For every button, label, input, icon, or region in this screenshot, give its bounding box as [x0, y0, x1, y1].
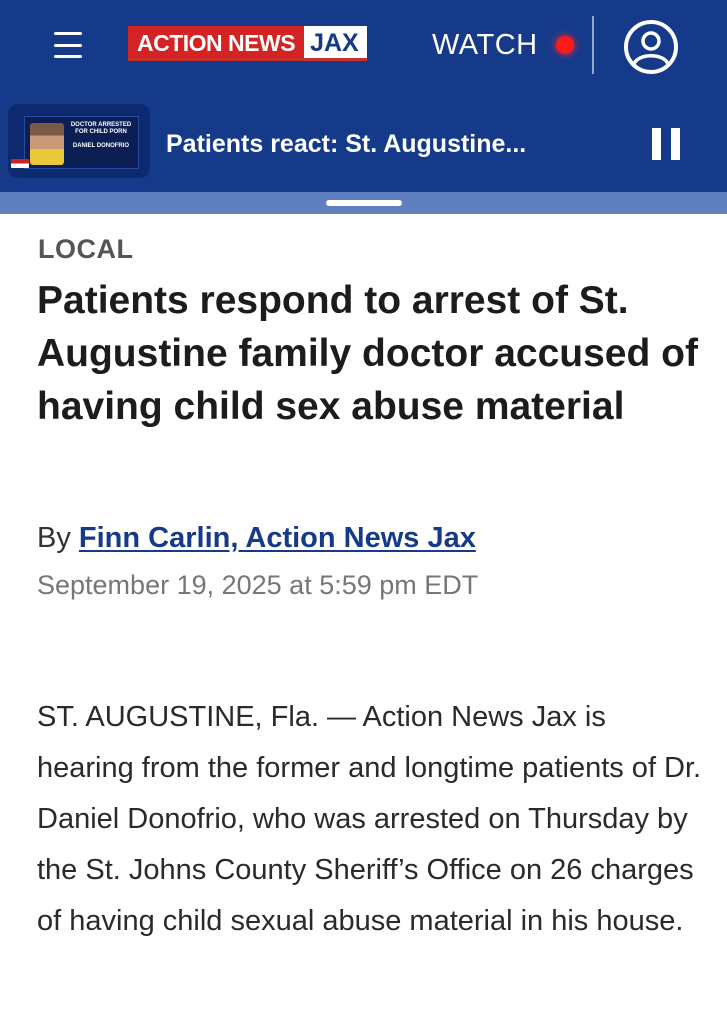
header-divider [592, 16, 594, 74]
byline-prefix: By [37, 522, 71, 554]
logo-text-main: ACTION NEWS [128, 26, 305, 58]
pause-icon[interactable] [648, 128, 684, 160]
site-logo[interactable]: ACTION NEWS JAX [128, 26, 367, 61]
user-silhouette-icon [632, 31, 670, 65]
suspect-photo [30, 123, 64, 165]
author-link[interactable]: Finn Carlin, Action News Jax [79, 522, 476, 554]
video-mini-player: DOCTOR ARRESTED FOR CHILD PORN DANIEL DO… [0, 92, 727, 192]
logo-text-sub: JAX [304, 26, 367, 58]
video-title[interactable]: Patients react: St. Augustine... [166, 130, 526, 159]
section-label[interactable]: LOCAL [38, 234, 133, 265]
thumbnail-headline: DOCTOR ARRESTED FOR CHILD PORN [70, 122, 132, 135]
thumbnail-name: DANIEL DONOFRIO [72, 143, 130, 149]
watch-live-button[interactable]: WATCH [432, 26, 574, 64]
byline: By Finn Carlin, Action News Jax [37, 522, 476, 555]
thumbnail-frame: DOCTOR ARRESTED FOR CHILD PORN DANIEL DO… [24, 116, 139, 169]
user-account-icon[interactable] [624, 20, 678, 74]
article-body-paragraph: ST. AUGUSTINE, Fla. — Action News Jax is… [37, 701, 702, 937]
hamburger-menu-icon[interactable] [48, 28, 88, 62]
top-nav-bar: ACTION NEWS JAX WATCH [0, 0, 727, 92]
station-badge-icon [11, 159, 29, 168]
watch-label: WATCH [432, 28, 538, 61]
publish-date: September 19, 2025 at 5:59 pm EDT [37, 570, 479, 600]
live-dot-icon [555, 36, 574, 54]
article-headline: Patients respond to arrest of St. August… [37, 279, 698, 428]
player-drag-bar [0, 192, 727, 214]
drag-handle[interactable] [326, 200, 402, 206]
video-thumbnail[interactable]: DOCTOR ARRESTED FOR CHILD PORN DANIEL DO… [8, 104, 150, 178]
